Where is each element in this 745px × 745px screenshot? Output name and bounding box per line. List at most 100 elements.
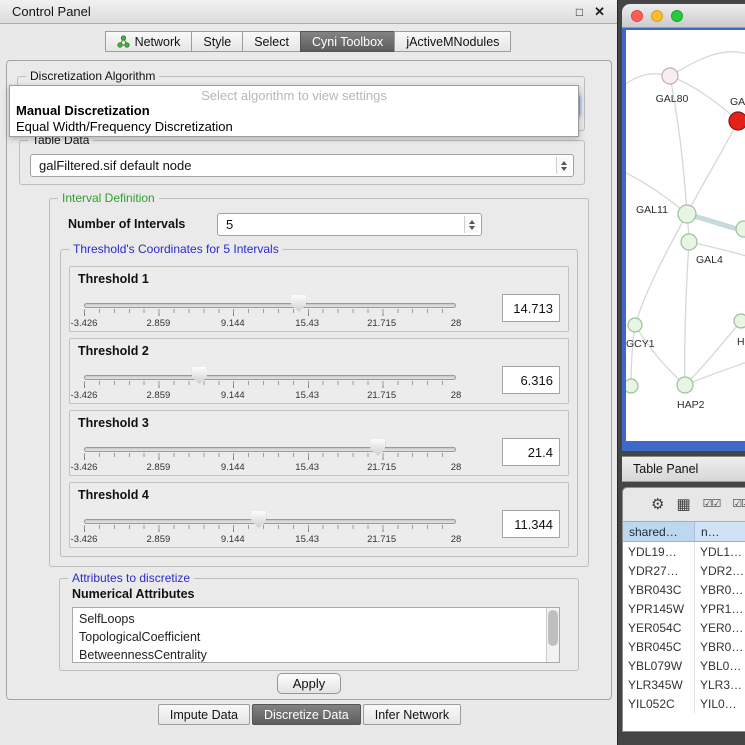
close-traffic-light-icon[interactable] <box>631 10 643 22</box>
table-cell[interactable]: YBL079W <box>623 656 695 675</box>
attribute-list-item[interactable]: TopologicalCoefficient <box>73 628 559 646</box>
tab-label: Style <box>203 35 231 49</box>
tab-label: Discretize Data <box>264 708 349 722</box>
network-node[interactable] <box>734 314 745 328</box>
network-canvas[interactable]: GAL80GAGAL11GAL4GCY1HHAP2 <box>626 30 745 441</box>
threshold-1-slider[interactable]: -3.4262.8599.14415.4321.71528 <box>84 294 456 330</box>
slider-track[interactable] <box>84 303 456 308</box>
slider-track[interactable] <box>84 447 456 452</box>
slider-track[interactable] <box>84 375 456 380</box>
tab-label: jActiveMNodules <box>406 35 499 49</box>
table-cell[interactable]: YPR1… <box>695 599 745 618</box>
threshold-4-slider[interactable]: -3.4262.8599.14415.4321.71528 <box>84 510 456 546</box>
list-scrollbar[interactable] <box>546 608 559 662</box>
network-node[interactable] <box>677 377 693 393</box>
network-node-label: GCY1 <box>626 338 655 350</box>
scrollbar-thumb[interactable] <box>548 610 558 646</box>
table-cell[interactable]: YBR043C <box>623 580 695 599</box>
tab-infer-network[interactable]: Infer Network <box>363 704 461 725</box>
numerical-attributes-list[interactable]: SelfLoopsTopologicalCoefficientBetweenne… <box>72 607 560 663</box>
tab-style[interactable]: Style <box>191 31 243 52</box>
tick-label: 28 <box>451 390 462 401</box>
table-row[interactable]: YBR045CYBR0… <box>623 637 745 656</box>
combo-stepper-icon[interactable] <box>464 216 479 233</box>
dropdown-option-manual-discretization[interactable]: Manual Discretization <box>10 103 578 119</box>
table-row[interactable]: YLR345WYLR3… <box>623 675 745 694</box>
gear-icon[interactable]: ⚙ <box>651 497 664 512</box>
minimize-traffic-light-icon[interactable] <box>651 10 663 22</box>
table-cell[interactable]: YBR045C <box>623 637 695 656</box>
table-row[interactable]: YDR27…YDR2… <box>623 561 745 580</box>
threshold-3-slider[interactable]: -3.4262.8599.14415.4321.71528 <box>84 438 456 474</box>
tab-label: Impute Data <box>170 708 238 722</box>
threshold-1-value[interactable]: 14.713 <box>502 294 560 322</box>
network-edge[interactable] <box>635 214 687 325</box>
attribute-list-item[interactable]: BetweennessCentrality <box>73 646 559 663</box>
table-cell[interactable]: YBR0… <box>695 580 745 599</box>
threshold-2-slider[interactable]: -3.4262.8599.14415.4321.71528 <box>84 366 456 402</box>
table-cell[interactable]: YPR145W <box>623 599 695 618</box>
network-edge[interactable] <box>685 360 745 385</box>
table-cell[interactable]: YBL0… <box>695 656 745 675</box>
tab-jactivemnodules[interactable]: jActiveMNodules <box>394 31 511 52</box>
table-data-select[interactable]: galFiltered.sif default node <box>30 154 574 177</box>
table-cell[interactable]: YLR345W <box>623 675 695 694</box>
table-row[interactable]: YDL19…YDL1… <box>623 542 745 561</box>
tab-network[interactable]: Network <box>105 31 193 52</box>
threshold-4-value[interactable]: 11.344 <box>502 510 560 538</box>
check-pair-icon[interactable]: ☑☑ <box>732 499 745 510</box>
apply-button[interactable]: Apply <box>277 673 341 694</box>
network-canvas-frame: GAL80GAGAL11GAL4GCY1HHAP2 <box>622 28 745 451</box>
dropdown-option-equal-width-frequency[interactable]: Equal Width/Frequency Discretization <box>10 119 578 135</box>
table-row[interactable]: YIL052CYIL0… <box>623 694 745 713</box>
table-row[interactable]: YBL079WYBL0… <box>623 656 745 675</box>
network-edge[interactable] <box>670 52 745 76</box>
zoom-traffic-light-icon[interactable] <box>671 10 683 22</box>
table-cell[interactable]: YER0… <box>695 618 745 637</box>
table-cell[interactable]: YER054C <box>623 618 695 637</box>
tick-label: 15.43 <box>295 462 319 473</box>
table-cell[interactable]: YDL19… <box>623 542 695 561</box>
table-cell[interactable]: YDR2… <box>695 561 745 580</box>
tab-discretize-data[interactable]: Discretize Data <box>252 704 361 725</box>
tab-cyni-toolbox[interactable]: Cyni Toolbox <box>300 31 395 52</box>
table-cell[interactable]: YIL052C <box>623 694 695 713</box>
threshold-3-value[interactable]: 21.4 <box>502 438 560 466</box>
slider-track[interactable] <box>84 519 456 524</box>
column-header-2[interactable]: n… <box>695 522 745 541</box>
tab-impute-data[interactable]: Impute Data <box>158 704 250 725</box>
network-node[interactable] <box>736 221 745 237</box>
table-cell[interactable]: YDL1… <box>695 542 745 561</box>
network-edge[interactable] <box>685 321 741 385</box>
network-node[interactable] <box>681 234 697 250</box>
columns-icon[interactable]: ▦ <box>676 497 690 512</box>
table-cell[interactable]: YBR0… <box>695 637 745 656</box>
discretization-algorithm-legend: Discretization Algorithm <box>26 69 159 83</box>
network-edge[interactable] <box>635 325 685 385</box>
attribute-list-item[interactable]: SelfLoops <box>73 610 559 628</box>
tab-label: Network <box>135 35 181 49</box>
number-of-intervals-select[interactable]: 5 <box>217 213 482 236</box>
network-node[interactable] <box>628 318 642 332</box>
check-pair-icon[interactable]: ☑☑ <box>703 499 721 510</box>
network-node[interactable] <box>626 379 638 393</box>
table-cell[interactable]: YIL0… <box>695 694 745 713</box>
float-window-icon[interactable]: □ <box>576 6 583 18</box>
column-header-1[interactable]: shared… <box>623 522 695 541</box>
threshold-2-value[interactable]: 6.316 <box>502 366 560 394</box>
network-edge[interactable] <box>631 325 635 386</box>
table-row[interactable]: YER054CYER0… <box>623 618 745 637</box>
slider-tick-labels: -3.4262.8599.14415.4321.71528 <box>84 390 456 402</box>
close-icon[interactable]: ✕ <box>594 5 605 18</box>
table-row[interactable]: YBR043CYBR0… <box>623 580 745 599</box>
combo-stepper-icon[interactable] <box>556 157 571 174</box>
network-node[interactable] <box>729 112 745 130</box>
table-cell[interactable]: YDR27… <box>623 561 695 580</box>
network-node[interactable] <box>662 68 678 84</box>
tab-select[interactable]: Select <box>242 31 301 52</box>
network-edge[interactable] <box>685 242 689 385</box>
table-cell[interactable]: YLR3… <box>695 675 745 694</box>
network-edge[interactable] <box>687 121 738 214</box>
table-row[interactable]: YPR145WYPR1… <box>623 599 745 618</box>
network-node[interactable] <box>678 205 696 223</box>
